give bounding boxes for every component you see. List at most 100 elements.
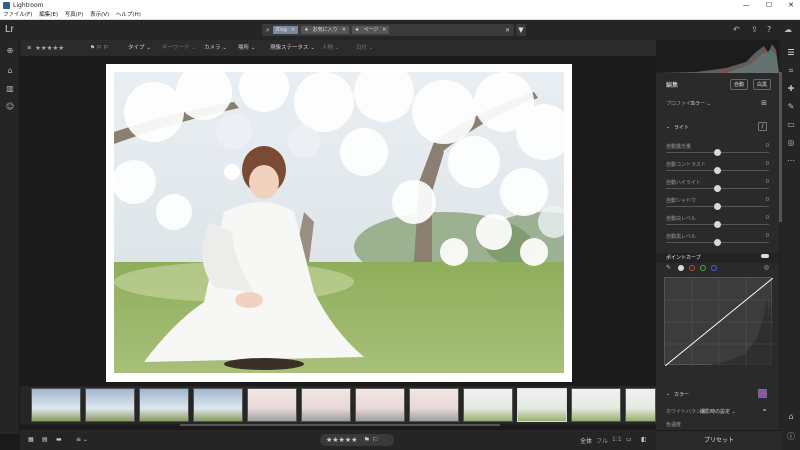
flag-icon[interactable]: ⚑ ⚐: [364, 436, 379, 444]
bw-button[interactable]: 白黒: [753, 79, 772, 90]
slider-shadows[interactable]: 自動シャドウ 0: [656, 197, 779, 211]
minimize-button[interactable]: —: [743, 0, 750, 11]
presets-button[interactable]: プリセット: [656, 430, 782, 450]
slider-exposure[interactable]: 自動露光量 0: [656, 143, 779, 157]
menu-photo[interactable]: 写真(P): [65, 12, 84, 18]
filmstrip-thumbnail[interactable]: [625, 388, 656, 422]
cloud-icon[interactable]: ☁: [784, 25, 792, 34]
search-chip[interactable]: ★ ページ ✕: [351, 26, 390, 34]
chip-close-icon[interactable]: ✕: [291, 26, 295, 34]
curve-switch-icon[interactable]: [761, 254, 769, 258]
slider-knob[interactable]: [714, 221, 721, 228]
curve-channel-white[interactable]: [678, 265, 684, 271]
color-section-header[interactable]: ⌄ カラー: [656, 389, 779, 403]
photo-grid-icon[interactable]: ▤: [42, 436, 48, 443]
edit-sliders-icon[interactable]: ☰: [786, 48, 796, 58]
curve-toggle-icon[interactable]: ∕: [758, 122, 767, 131]
help-icon[interactable]: ?: [767, 25, 771, 34]
filter-keyword[interactable]: キーワード ⌄: [162, 40, 196, 56]
filmstrip-thumbnail[interactable]: [301, 388, 351, 422]
light-section-header[interactable]: ⌄ ライト ∕: [656, 122, 779, 136]
radial-icon[interactable]: ◎: [786, 138, 796, 148]
slider-knob[interactable]: [714, 239, 721, 246]
home-icon[interactable]: ⌂: [5, 66, 15, 76]
people-icon[interactable]: ☺: [5, 102, 15, 112]
slider-knob[interactable]: [714, 203, 721, 210]
slider-knob[interactable]: [714, 185, 721, 192]
brush-icon[interactable]: ✎: [786, 102, 796, 112]
filmstrip-thumbnail[interactable]: [463, 388, 513, 422]
slider-knob[interactable]: [714, 149, 721, 156]
curve-target-icon[interactable]: ◎: [764, 264, 769, 271]
menu-help[interactable]: ヘルプ(H): [116, 12, 141, 18]
maximize-button[interactable]: ☐: [766, 0, 772, 11]
search-chip[interactable]: ★ お気に入り ✕: [301, 26, 349, 34]
tone-curve[interactable]: [664, 277, 774, 367]
slider-blacks[interactable]: 自動黒レベル 0: [656, 233, 779, 247]
search-input[interactable]: ⌕ Blog ✕ ★ お気に入り ✕ ★ ページ ✕ ✕: [262, 24, 514, 36]
sort-icon[interactable]: ≡ ⌄: [76, 436, 88, 443]
rating-stars[interactable]: ★★★★★ ⚑ ⚐: [320, 434, 394, 446]
filmstrip-thumbnail[interactable]: [85, 388, 135, 422]
filmstrip-thumbnail[interactable]: [139, 388, 189, 422]
filmstrip-thumbnail[interactable]: [31, 388, 81, 422]
library-icon[interactable]: ▥: [5, 84, 15, 94]
gradient-icon[interactable]: ▭: [786, 120, 796, 130]
curve-channel-blue[interactable]: [711, 265, 717, 271]
menu-view[interactable]: 表示(V): [90, 12, 109, 18]
filter-people[interactable]: 人物 ⌄: [322, 40, 339, 56]
filter-location[interactable]: 場所 ⌄: [238, 40, 255, 56]
share-icon[interactable]: ⇪: [751, 25, 758, 34]
rating-filter[interactable]: ★★★★★: [35, 40, 64, 56]
before-after-icon[interactable]: ◧: [641, 436, 647, 443]
crop-icon[interactable]: ⌗: [786, 66, 796, 76]
auto-button[interactable]: 自動: [730, 79, 749, 90]
filmstrip-scroll-thumb[interactable]: [180, 424, 500, 426]
undo-icon[interactable]: ↶: [733, 25, 740, 34]
rating-operator[interactable]: ≥: [27, 40, 32, 56]
slider-knob[interactable]: [714, 167, 721, 174]
chip-close-icon[interactable]: ✕: [342, 26, 346, 34]
slider-contrast[interactable]: 自動コントラスト 0: [656, 161, 779, 175]
filter-edit-status[interactable]: 現像ステータス ⌄: [270, 40, 315, 56]
slider-whites[interactable]: 自動白レベル 0: [656, 215, 779, 229]
menu-edit[interactable]: 編集(E): [39, 12, 58, 18]
fill-button[interactable]: フル: [596, 436, 608, 445]
curve-channel-green[interactable]: [700, 265, 706, 271]
chip-close-icon[interactable]: ✕: [382, 26, 386, 34]
add-photos-icon[interactable]: ⊕: [5, 46, 15, 56]
color-mixer-icon[interactable]: [758, 389, 767, 398]
more-icon[interactable]: ⋯: [786, 156, 796, 166]
filter-type[interactable]: タイプ ⌄: [128, 40, 151, 56]
filmstrip-thumbnail[interactable]: [409, 388, 459, 422]
profile-browser-icon[interactable]: ⊞: [761, 99, 767, 107]
close-button[interactable]: ✕: [788, 0, 794, 11]
filmstrip-thumbnail[interactable]: [571, 388, 621, 422]
filmstrip-thumbnail-selected[interactable]: [517, 388, 567, 422]
slider-highlights[interactable]: 自動ハイライト 0: [656, 179, 779, 193]
filmstrip-thumbnail[interactable]: [355, 388, 405, 422]
detail-view-icon[interactable]: ▬: [56, 436, 62, 443]
curve-edit-icon[interactable]: ✎: [666, 264, 671, 271]
white-balance-dropdown[interactable]: 撮影時の設定 ⌄: [700, 408, 736, 415]
filter-icon[interactable]: ▼: [516, 24, 526, 36]
zoom-1to1-button[interactable]: 1:1: [612, 436, 622, 443]
square-grid-icon[interactable]: ▦: [28, 436, 34, 443]
filmstrip-thumbnail[interactable]: [247, 388, 297, 422]
filter-camera[interactable]: カメラ ⌄: [204, 40, 227, 56]
info-icon[interactable]: ⓘ: [786, 432, 796, 442]
filmstrip-thumbnail[interactable]: [193, 388, 243, 422]
tag-icon[interactable]: ⌂: [786, 412, 796, 422]
curve-channel-red[interactable]: [689, 265, 695, 271]
flag-filter[interactable]: ⚑ ⚐ ⚐: [90, 40, 108, 56]
compare-icon[interactable]: ▭: [626, 436, 632, 443]
profile-dropdown[interactable]: カラー ⌄: [690, 100, 711, 107]
filmstrip-scrollbar[interactable]: [20, 424, 656, 426]
search-clear-icon[interactable]: ✕: [505, 27, 510, 34]
eyedropper-icon[interactable]: ✒: [763, 408, 767, 414]
healing-icon[interactable]: ✚: [786, 84, 796, 94]
filter-date[interactable]: 日付 ⌄: [356, 40, 373, 56]
menu-file[interactable]: ファイル(F): [3, 12, 32, 18]
search-chip[interactable]: Blog ✕: [272, 26, 299, 34]
view-all-button[interactable]: 全体: [580, 436, 592, 445]
